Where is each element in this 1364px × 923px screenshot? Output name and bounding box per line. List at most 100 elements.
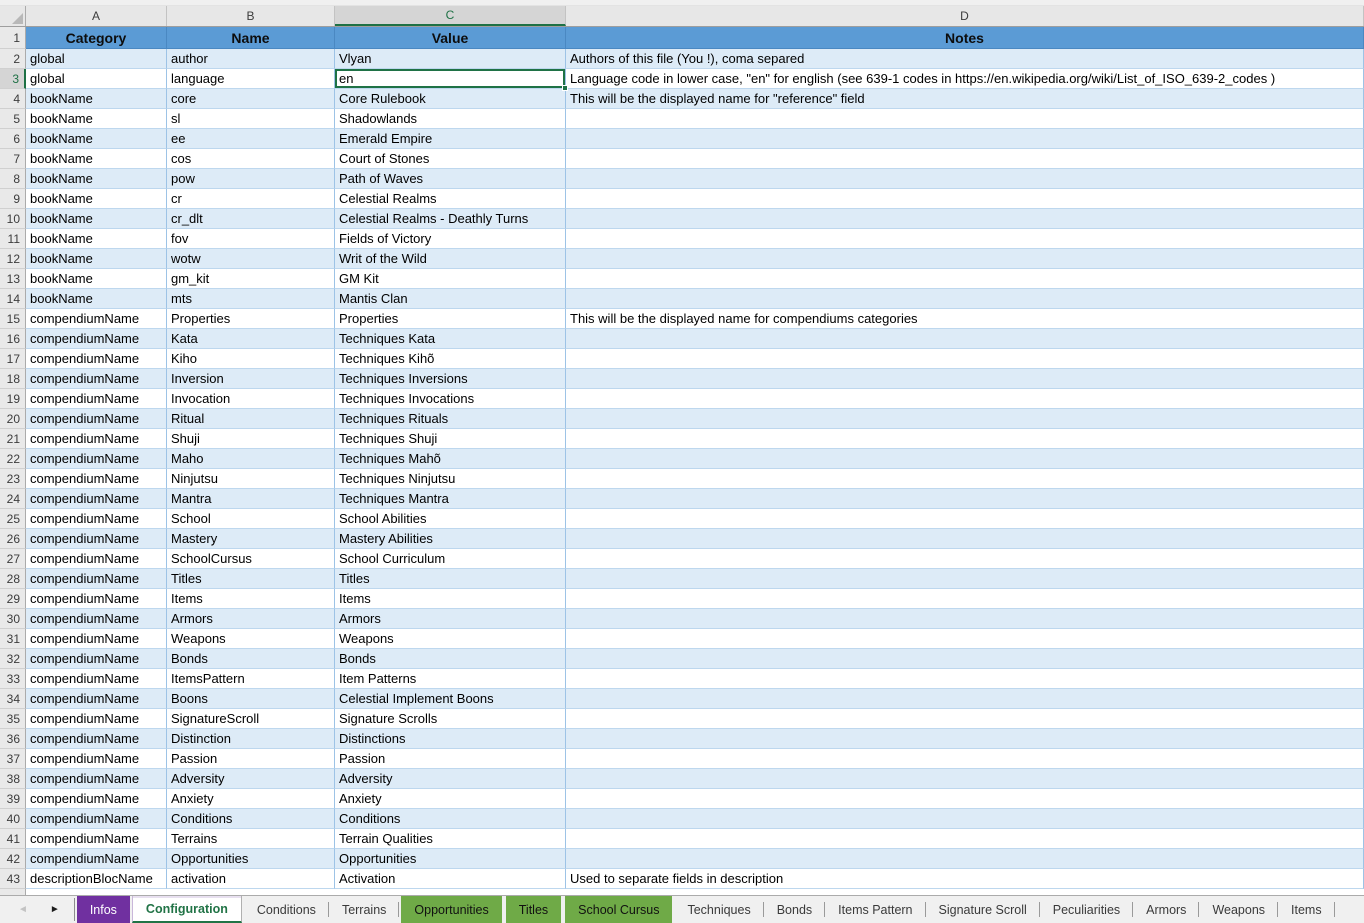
cell-notes[interactable] <box>566 409 1364 429</box>
cell-notes[interactable] <box>566 529 1364 549</box>
row-header[interactable]: 25 <box>0 509 26 529</box>
cell-name[interactable]: author <box>167 49 335 69</box>
cell-value[interactable]: GM Kit <box>335 269 566 289</box>
cell-name[interactable]: Ninjutsu <box>167 469 335 489</box>
cell-value[interactable]: Passion <box>335 749 566 769</box>
row-header[interactable]: 20 <box>0 409 26 429</box>
cell-name[interactable]: cr_dlt <box>167 209 335 229</box>
cell-notes[interactable] <box>566 689 1364 709</box>
cell-name[interactable]: Bonds <box>167 649 335 669</box>
header-cell-notes[interactable]: Notes <box>566 27 1364 49</box>
cell-value[interactable]: Activation <box>335 869 566 889</box>
cell-notes[interactable]: Used to separate fields in description <box>566 869 1364 889</box>
cell-name[interactable]: Titles <box>167 569 335 589</box>
tab-school-cursus[interactable]: School Cursus <box>564 896 673 923</box>
cell-category[interactable]: bookName <box>26 249 167 269</box>
tab-terrains[interactable]: Terrains <box>329 896 399 923</box>
cell-value[interactable]: Titles <box>335 569 566 589</box>
cell-category[interactable]: compendiumName <box>26 309 167 329</box>
row-header[interactable]: 13 <box>0 269 26 289</box>
tab-nav-left-icon[interactable]: ◄ <box>18 905 28 915</box>
tab-opportunities[interactable]: Opportunities <box>400 896 502 923</box>
cell-value[interactable]: Signature Scrolls <box>335 709 566 729</box>
cell-notes[interactable] <box>566 229 1364 249</box>
cell-value[interactable]: Item Patterns <box>335 669 566 689</box>
cell-name[interactable]: Kata <box>167 329 335 349</box>
cell-value[interactable]: Conditions <box>335 809 566 829</box>
cell-category[interactable]: compendiumName <box>26 529 167 549</box>
cell-category[interactable]: compendiumName <box>26 629 167 649</box>
row-header[interactable]: 26 <box>0 529 26 549</box>
cell-notes[interactable] <box>566 609 1364 629</box>
cell-notes[interactable]: Authors of this file (You !), coma separ… <box>566 49 1364 69</box>
cell-category[interactable]: compendiumName <box>26 709 167 729</box>
tab-items-pattern[interactable]: Items Pattern <box>825 896 925 923</box>
cell-value[interactable]: Items <box>335 589 566 609</box>
cell-category[interactable]: bookName <box>26 149 167 169</box>
cell-notes[interactable]: This will be the displayed name for "ref… <box>566 89 1364 109</box>
cell-category[interactable]: bookName <box>26 269 167 289</box>
row-header[interactable]: 32 <box>0 649 26 669</box>
cell-name[interactable]: activation <box>167 869 335 889</box>
cell-value[interactable]: Path of Waves <box>335 169 566 189</box>
cell-category[interactable]: bookName <box>26 109 167 129</box>
cell-notes[interactable] <box>566 489 1364 509</box>
cell-notes[interactable] <box>566 289 1364 309</box>
cell-category[interactable]: bookName <box>26 189 167 209</box>
row-header[interactable]: 33 <box>0 669 26 689</box>
cell-name[interactable]: language <box>167 69 335 89</box>
tab-bonds[interactable]: Bonds <box>764 896 825 923</box>
cell-value[interactable]: Techniques Kihõ <box>335 349 566 369</box>
cell-notes[interactable] <box>566 589 1364 609</box>
cell-notes[interactable] <box>566 149 1364 169</box>
cell-name[interactable]: SchoolCursus <box>167 549 335 569</box>
row-header[interactable]: 14 <box>0 289 26 309</box>
cell-name[interactable]: Ritual <box>167 409 335 429</box>
cell-name[interactable]: core <box>167 89 335 109</box>
tab-nav-right-icon[interactable]: ► <box>50 905 60 915</box>
row-header[interactable]: 37 <box>0 749 26 769</box>
fill-handle-icon[interactable] <box>562 85 568 91</box>
cell-name[interactable]: Mantra <box>167 489 335 509</box>
column-header-A[interactable]: A <box>26 6 167 26</box>
cell-category[interactable]: compendiumName <box>26 449 167 469</box>
cell-name[interactable]: ItemsPattern <box>167 669 335 689</box>
row-header[interactable]: 11 <box>0 229 26 249</box>
cell-category[interactable]: bookName <box>26 229 167 249</box>
cell-value[interactable]: Techniques Mantra <box>335 489 566 509</box>
cell-notes[interactable] <box>566 109 1364 129</box>
row-header[interactable]: 27 <box>0 549 26 569</box>
cell-notes[interactable] <box>566 189 1364 209</box>
row-header[interactable]: 19 <box>0 389 26 409</box>
tab-weapons[interactable]: Weapons <box>1199 896 1278 923</box>
cell-value[interactable]: Celestial Implement Boons <box>335 689 566 709</box>
header-cell-category[interactable]: Category <box>26 27 167 49</box>
row-header[interactable]: 17 <box>0 349 26 369</box>
cell-value[interactable]: School Curriculum <box>335 549 566 569</box>
row-header[interactable]: 4 <box>0 89 26 109</box>
cell-name[interactable]: Adversity <box>167 769 335 789</box>
cell-value[interactable]: Court of Stones <box>335 149 566 169</box>
cell-category[interactable]: compendiumName <box>26 329 167 349</box>
cell-value[interactable]: Celestial Realms <box>335 189 566 209</box>
header-cell-value[interactable]: Value <box>335 27 566 49</box>
cell-notes[interactable] <box>566 129 1364 149</box>
row-header[interactable]: 18 <box>0 369 26 389</box>
cell-notes[interactable] <box>566 209 1364 229</box>
cell-value[interactable]: Techniques Kata <box>335 329 566 349</box>
row-header[interactable] <box>0 889 26 895</box>
row-header[interactable]: 10 <box>0 209 26 229</box>
cell-value[interactable]: Techniques Ninjutsu <box>335 469 566 489</box>
tab-techniques[interactable]: Techniques <box>674 896 763 923</box>
cell-notes[interactable]: Language code in lower case, "en" for en… <box>566 69 1364 89</box>
cell-name[interactable]: gm_kit <box>167 269 335 289</box>
row-header[interactable]: 7 <box>0 149 26 169</box>
cell-category[interactable]: compendiumName <box>26 389 167 409</box>
cell-value[interactable]: Core Rulebook <box>335 89 566 109</box>
cell-category[interactable]: compendiumName <box>26 649 167 669</box>
cell-value[interactable]: Techniques Inversions <box>335 369 566 389</box>
cell-name[interactable]: Boons <box>167 689 335 709</box>
cell-value[interactable]: Properties <box>335 309 566 329</box>
row-header[interactable]: 30 <box>0 609 26 629</box>
tab-configuration[interactable]: Configuration <box>132 896 242 923</box>
